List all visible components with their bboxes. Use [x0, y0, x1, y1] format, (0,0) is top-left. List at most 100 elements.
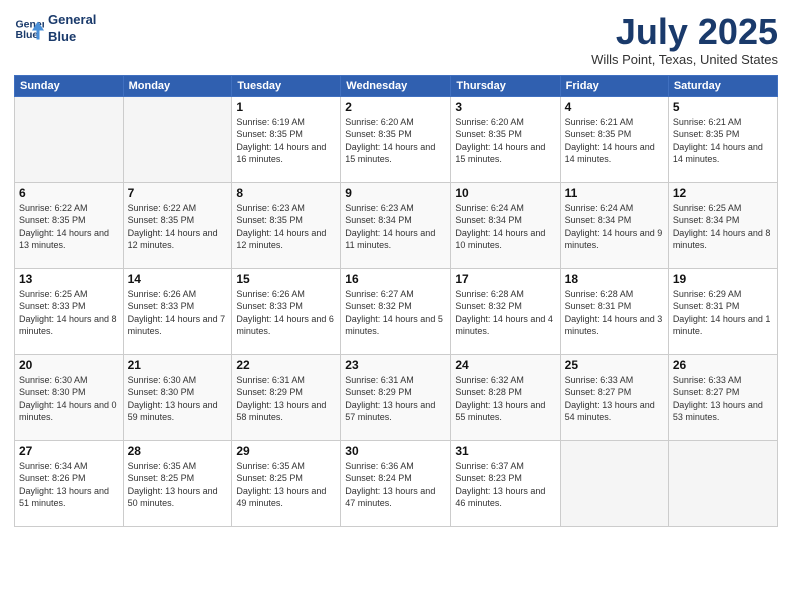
page-header: General Blue General Blue July 2025 Will… [14, 12, 778, 67]
calendar-cell: 1Sunrise: 6:19 AM Sunset: 8:35 PM Daylig… [232, 96, 341, 182]
calendar-cell: 28Sunrise: 6:35 AM Sunset: 8:25 PM Dayli… [123, 440, 232, 526]
weekday-header-sunday: Sunday [15, 75, 124, 96]
calendar-cell: 20 Sunrise: 6:30 AM Sunset: 8:30 PM Dayli… [15, 354, 124, 440]
day-number: 26 [673, 358, 773, 372]
weekday-header-saturday: Saturday [668, 75, 777, 96]
day-info: Sunrise: 6:26 AM Sunset: 8:33 PM Dayligh… [236, 288, 336, 338]
day-number: 10 [455, 186, 555, 200]
day-number: 4 [565, 100, 664, 114]
calendar-cell: 17 Sunrise: 6:28 AM Sunset: 8:32 PM Dayli… [451, 268, 560, 354]
day-info: Sunrise: 6:28 AM Sunset: 8:32 PM Dayligh… [455, 288, 555, 338]
calendar-cell: 4 Sunrise: 6:21 AM Sunset: 8:35 PM Daylig… [560, 96, 668, 182]
title-block: July 2025 Wills Point, Texas, United Sta… [591, 12, 778, 67]
logo-text-block: General Blue [48, 12, 96, 46]
logo-line1: General [48, 12, 96, 29]
svg-text:Blue: Blue [16, 29, 39, 41]
day-info: Sunrise: 6:20 AM Sunset: 8:35 PM Dayligh… [455, 116, 555, 166]
calendar-cell [668, 440, 777, 526]
calendar-cell: 10 Sunrise: 6:24 AM Sunset: 8:34 PM Dayli… [451, 182, 560, 268]
day-number: 8 [236, 186, 336, 200]
weekday-header-thursday: Thursday [451, 75, 560, 96]
calendar-cell: 27 Sunrise: 6:34 AM Sunset: 8:26 PM Dayli… [15, 440, 124, 526]
day-info: Sunrise: 6:31 AM Sunset: 8:29 PM Dayligh… [345, 374, 446, 424]
day-number: 13 [19, 272, 119, 286]
day-info: Sunrise: 6:29 AM Sunset: 8:31 PM Dayligh… [673, 288, 773, 338]
calendar-cell: 8Sunrise: 6:23 AM Sunset: 8:35 PM Daylig… [232, 182, 341, 268]
calendar-cell: 19 Sunrise: 6:29 AM Sunset: 8:31 PM Dayli… [668, 268, 777, 354]
day-info: Sunrise: 6:33 AM Sunset: 8:27 PM Dayligh… [565, 374, 664, 424]
day-info: Sunrise: 6:30 AM Sunset: 8:30 PM Dayligh… [19, 374, 119, 424]
month-title: July 2025 [591, 12, 778, 52]
day-number: 16 [345, 272, 446, 286]
day-info: Sunrise: 6:30 AM Sunset: 8:30 PM Dayligh… [128, 374, 228, 424]
day-number: 17 [455, 272, 555, 286]
day-number: 30 [345, 444, 446, 458]
calendar-cell: 2 Sunrise: 6:20 AM Sunset: 8:35 PM Daylig… [341, 96, 451, 182]
day-number: 7 [128, 186, 228, 200]
weekday-header-monday: Monday [123, 75, 232, 96]
day-number: 5 [673, 100, 773, 114]
weekday-header-friday: Friday [560, 75, 668, 96]
calendar-cell: 16 Sunrise: 6:27 AM Sunset: 8:32 PM Dayli… [341, 268, 451, 354]
day-info: Sunrise: 6:37 AM Sunset: 8:23 PM Dayligh… [455, 460, 555, 510]
calendar-week-row: 1Sunrise: 6:19 AM Sunset: 8:35 PM Daylig… [15, 96, 778, 182]
day-number: 15 [236, 272, 336, 286]
calendar-cell: 14Sunrise: 6:26 AM Sunset: 8:33 PM Dayli… [123, 268, 232, 354]
weekday-header-row: SundayMondayTuesdayWednesdayThursdayFrid… [15, 75, 778, 96]
day-number: 25 [565, 358, 664, 372]
day-info: Sunrise: 6:36 AM Sunset: 8:24 PM Dayligh… [345, 460, 446, 510]
weekday-header-wednesday: Wednesday [341, 75, 451, 96]
day-info: Sunrise: 6:21 AM Sunset: 8:35 PM Dayligh… [673, 116, 773, 166]
calendar-cell: 9 Sunrise: 6:23 AM Sunset: 8:34 PM Daylig… [341, 182, 451, 268]
calendar-cell: 24Sunrise: 6:32 AM Sunset: 8:28 PM Dayli… [451, 354, 560, 440]
day-number: 18 [565, 272, 664, 286]
calendar-cell: 30 Sunrise: 6:36 AM Sunset: 8:24 PM Dayli… [341, 440, 451, 526]
calendar-cell: 7 Sunrise: 6:22 AM Sunset: 8:35 PM Daylig… [123, 182, 232, 268]
day-info: Sunrise: 6:20 AM Sunset: 8:35 PM Dayligh… [345, 116, 446, 166]
calendar-week-row: 27 Sunrise: 6:34 AM Sunset: 8:26 PM Dayli… [15, 440, 778, 526]
logo-line2: Blue [48, 29, 96, 46]
weekday-header-tuesday: Tuesday [232, 75, 341, 96]
day-info: Sunrise: 6:31 AM Sunset: 8:29 PM Dayligh… [236, 374, 336, 424]
day-number: 19 [673, 272, 773, 286]
day-info: Sunrise: 6:35 AM Sunset: 8:25 PM Dayligh… [128, 460, 228, 510]
day-number: 29 [236, 444, 336, 458]
calendar-cell: 23Sunrise: 6:31 AM Sunset: 8:29 PM Dayli… [341, 354, 451, 440]
day-info: Sunrise: 6:19 AM Sunset: 8:35 PM Dayligh… [236, 116, 336, 166]
day-info: Sunrise: 6:24 AM Sunset: 8:34 PM Dayligh… [455, 202, 555, 252]
day-number: 3 [455, 100, 555, 114]
calendar-cell: 29 Sunrise: 6:35 AM Sunset: 8:25 PM Dayli… [232, 440, 341, 526]
calendar-cell: 13 Sunrise: 6:25 AM Sunset: 8:33 PM Dayli… [15, 268, 124, 354]
calendar-table: SundayMondayTuesdayWednesdayThursdayFrid… [14, 75, 778, 527]
day-number: 2 [345, 100, 446, 114]
location: Wills Point, Texas, United States [591, 52, 778, 67]
day-number: 31 [455, 444, 555, 458]
calendar-cell: 22 Sunrise: 6:31 AM Sunset: 8:29 PM Dayli… [232, 354, 341, 440]
day-number: 27 [19, 444, 119, 458]
day-info: Sunrise: 6:35 AM Sunset: 8:25 PM Dayligh… [236, 460, 336, 510]
calendar-cell: 5 Sunrise: 6:21 AM Sunset: 8:35 PM Daylig… [668, 96, 777, 182]
day-info: Sunrise: 6:22 AM Sunset: 8:35 PM Dayligh… [128, 202, 228, 252]
day-number: 20 [19, 358, 119, 372]
day-info: Sunrise: 6:33 AM Sunset: 8:27 PM Dayligh… [673, 374, 773, 424]
day-info: Sunrise: 6:24 AM Sunset: 8:34 PM Dayligh… [565, 202, 664, 252]
day-info: Sunrise: 6:27 AM Sunset: 8:32 PM Dayligh… [345, 288, 446, 338]
day-number: 21 [128, 358, 228, 372]
day-number: 22 [236, 358, 336, 372]
day-info: Sunrise: 6:25 AM Sunset: 8:34 PM Dayligh… [673, 202, 773, 252]
calendar-cell: 6Sunrise: 6:22 AM Sunset: 8:35 PM Daylig… [15, 182, 124, 268]
logo: General Blue General Blue [14, 12, 96, 46]
calendar-cell: 12Sunrise: 6:25 AM Sunset: 8:34 PM Dayli… [668, 182, 777, 268]
calendar-cell: 11Sunrise: 6:24 AM Sunset: 8:34 PM Dayli… [560, 182, 668, 268]
calendar-cell: 3 Sunrise: 6:20 AM Sunset: 8:35 PM Daylig… [451, 96, 560, 182]
calendar-cell: 18Sunrise: 6:28 AM Sunset: 8:31 PM Dayli… [560, 268, 668, 354]
day-info: Sunrise: 6:25 AM Sunset: 8:33 PM Dayligh… [19, 288, 119, 338]
day-number: 9 [345, 186, 446, 200]
day-info: Sunrise: 6:21 AM Sunset: 8:35 PM Dayligh… [565, 116, 664, 166]
day-info: Sunrise: 6:32 AM Sunset: 8:28 PM Dayligh… [455, 374, 555, 424]
day-info: Sunrise: 6:34 AM Sunset: 8:26 PM Dayligh… [19, 460, 119, 510]
day-info: Sunrise: 6:23 AM Sunset: 8:34 PM Dayligh… [345, 202, 446, 252]
calendar-cell [15, 96, 124, 182]
day-number: 14 [128, 272, 228, 286]
calendar-cell: 26 Sunrise: 6:33 AM Sunset: 8:27 PM Dayli… [668, 354, 777, 440]
